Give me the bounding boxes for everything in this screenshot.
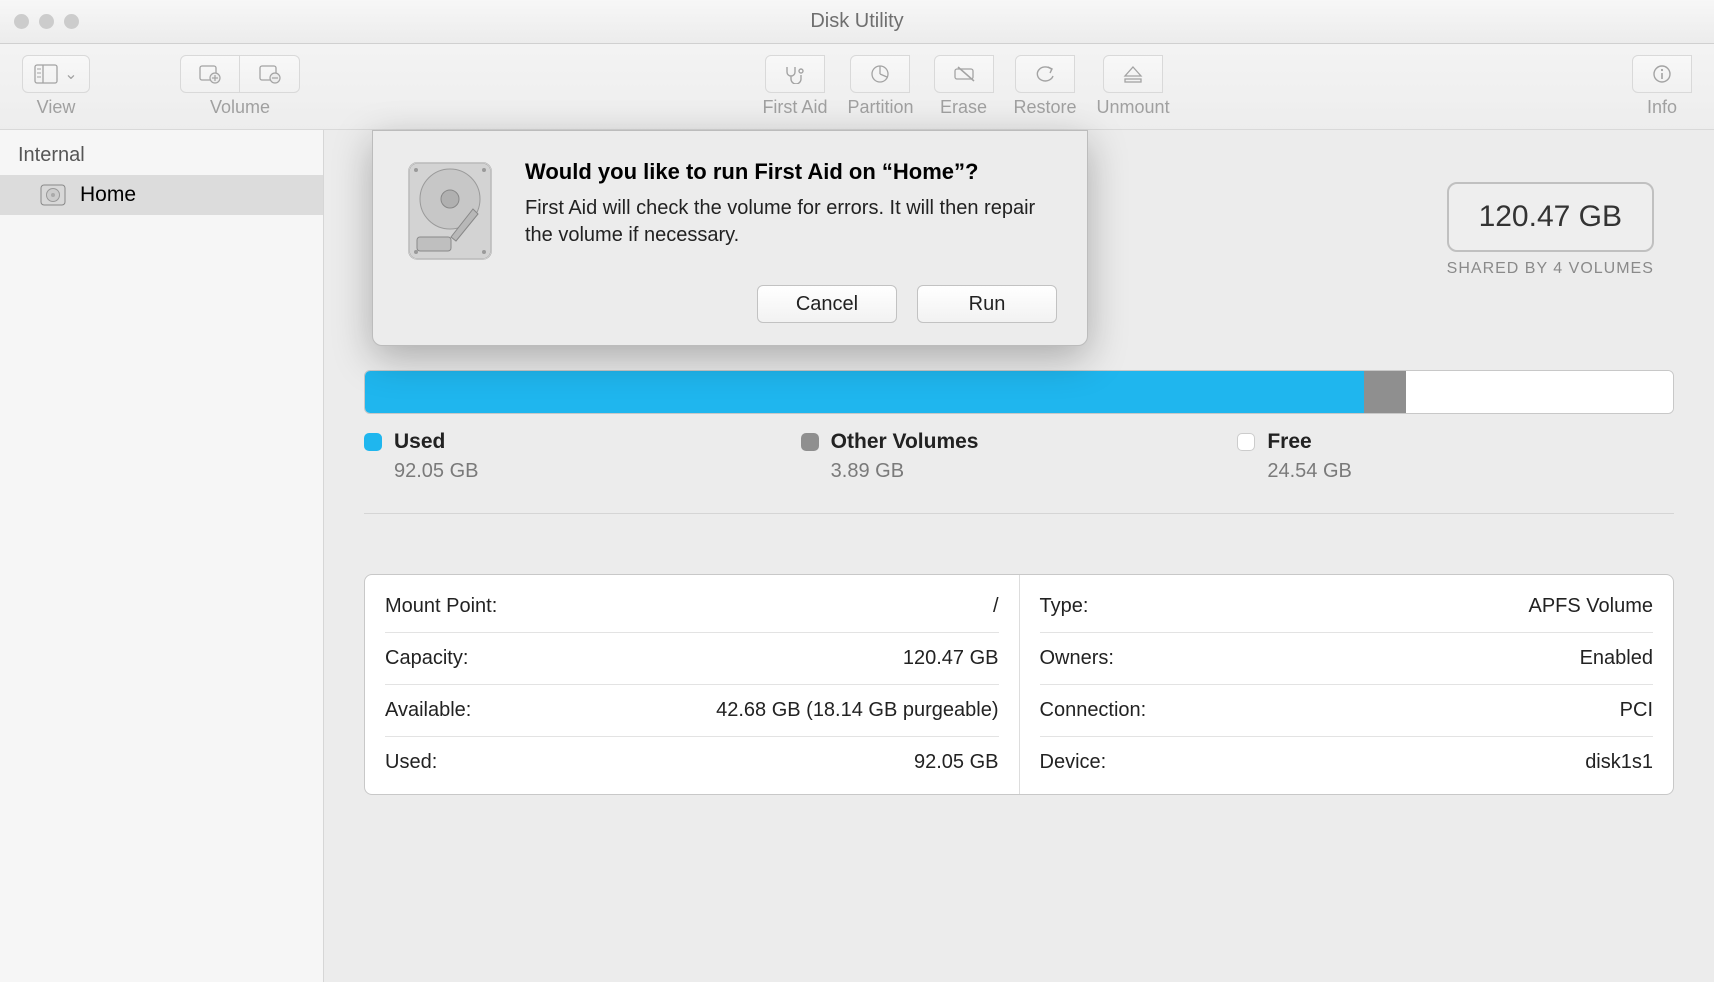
view-label: View (37, 97, 76, 118)
sidebar-item-home[interactable]: Home (0, 175, 323, 215)
dialog-title: Would you like to run First Aid on “Home… (525, 159, 1057, 185)
first-aid-dialog: Would you like to run First Aid on “Home… (372, 130, 1088, 346)
capacity-shared: SHARED BY 4 VOLUMES (1447, 260, 1654, 278)
stethoscope-icon (783, 64, 807, 84)
capacity-total: 120.47 GB (1447, 182, 1654, 252)
legend-label: Other Volumes (831, 430, 979, 454)
legend-dot (801, 433, 819, 451)
legend-dot (364, 433, 382, 451)
detail-value: 92.05 GB (914, 751, 999, 774)
legend-value: 3.89 GB (831, 460, 1238, 483)
details-col-right: Type: APFS Volume Owners: Enabled Connection… (1019, 575, 1674, 794)
detail-value: / (993, 595, 999, 618)
detail-value: 42.68 GB (18.14 GB purgeable) (716, 699, 998, 722)
sidebar-item-label: Home (80, 183, 136, 207)
divider (364, 513, 1674, 514)
usage-legend: Used 92.05 GB Other Volumes 3.89 GB Free 24.5… (364, 430, 1674, 483)
details-col-left: Mount Point: / Capacity: 120.47 GB Available… (365, 575, 1019, 794)
legend-dot (1237, 433, 1255, 451)
erase-label: Erase (940, 97, 987, 118)
legend-label: Free (1267, 430, 1311, 454)
volume-add-icon (198, 64, 222, 84)
details-card: Mount Point: / Capacity: 120.47 GB Available… (364, 574, 1674, 795)
first-aid-button[interactable] (765, 55, 825, 93)
legend-item: Other Volumes 3.89 GB (801, 430, 1238, 483)
detail-value: Enabled (1580, 647, 1653, 670)
restore-icon (1033, 64, 1057, 84)
view-button[interactable]: ⌄ (22, 55, 90, 93)
first-aid-label: First Aid (762, 97, 827, 118)
partition-button[interactable] (850, 55, 910, 93)
usage-segment (365, 371, 1364, 413)
info-icon (1650, 64, 1674, 84)
dialog-text: First Aid will check the volume for erro… (525, 195, 1057, 249)
detail-row: Device: disk1s1 (1040, 737, 1654, 788)
detail-value: 120.47 GB (903, 647, 999, 670)
sidebar-header-internal: Internal (0, 130, 323, 175)
toolbar: ⌄ View Volume First Aid Parti (0, 44, 1714, 130)
sidebar-view-icon (34, 64, 58, 84)
detail-label: Type: (1040, 595, 1089, 618)
detail-value: PCI (1620, 699, 1653, 722)
legend-item: Free 24.54 GB (1237, 430, 1674, 483)
detail-label: Available: (385, 699, 471, 722)
legend-value: 24.54 GB (1267, 460, 1674, 483)
erase-button[interactable] (934, 55, 994, 93)
detail-row: Connection: PCI (1040, 685, 1654, 737)
volume-remove-icon (258, 64, 282, 84)
volume-add-button[interactable] (180, 55, 240, 93)
info-button[interactable] (1632, 55, 1692, 93)
detail-row: Used: 92.05 GB (385, 737, 999, 788)
usage-bar (364, 370, 1674, 414)
detail-value: APFS Volume (1528, 595, 1653, 618)
detail-label: Mount Point: (385, 595, 497, 618)
detail-row: Owners: Enabled (1040, 633, 1654, 685)
volume-label: Volume (210, 97, 270, 118)
capacity-badge: 120.47 GB SHARED BY 4 VOLUMES (1447, 182, 1654, 278)
window-title: Disk Utility (0, 10, 1714, 33)
restore-button[interactable] (1015, 55, 1075, 93)
run-button[interactable]: Run (917, 285, 1057, 323)
info-label: Info (1647, 97, 1677, 118)
detail-label: Connection: (1040, 699, 1147, 722)
sidebar: Internal Home (0, 130, 324, 982)
cancel-button[interactable]: Cancel (757, 285, 897, 323)
unmount-label: Unmount (1097, 97, 1170, 118)
detail-label: Device: (1040, 751, 1107, 774)
detail-row: Type: APFS Volume (1040, 581, 1654, 633)
eject-icon (1121, 64, 1145, 84)
pie-icon (868, 64, 892, 84)
legend-label: Used (394, 430, 445, 454)
detail-row: Available: 42.68 GB (18.14 GB purgeable) (385, 685, 999, 737)
disk-icon (40, 184, 66, 206)
detail-row: Capacity: 120.47 GB (385, 633, 999, 685)
usage-section: Used 92.05 GB Other Volumes 3.89 GB Free 24.5… (364, 370, 1674, 514)
usage-segment (1406, 371, 1673, 413)
detail-row: Mount Point: / (385, 581, 999, 633)
detail-label: Owners: (1040, 647, 1114, 670)
erase-icon (952, 64, 976, 84)
legend-value: 92.05 GB (394, 460, 801, 483)
chevron-down-icon: ⌄ (64, 64, 77, 84)
detail-label: Used: (385, 751, 437, 774)
restore-label: Restore (1014, 97, 1077, 118)
detail-label: Capacity: (385, 647, 468, 670)
legend-item: Used 92.05 GB (364, 430, 801, 483)
detail-value: disk1s1 (1585, 751, 1653, 774)
partition-label: Partition (847, 97, 913, 118)
titlebar: Disk Utility (0, 0, 1714, 44)
hard-drive-icon (403, 159, 497, 263)
volume-remove-button[interactable] (240, 55, 300, 93)
unmount-button[interactable] (1103, 55, 1163, 93)
usage-segment (1364, 371, 1406, 413)
